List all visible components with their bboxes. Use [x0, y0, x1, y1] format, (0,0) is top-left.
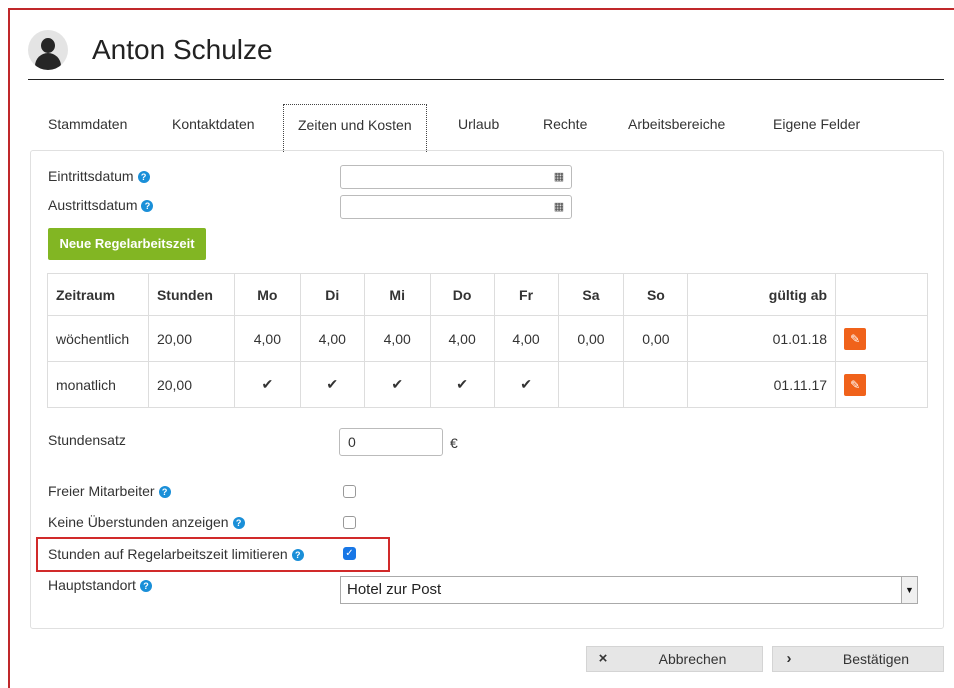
cell-actions: ✎ — [835, 315, 928, 362]
cell-di-check-icon: ✔ — [299, 361, 365, 408]
cell-zeitraum: wöchentlich — [47, 315, 149, 362]
hauptstandort-label: Hauptstandort? — [48, 577, 152, 593]
tab-bar: Stammdaten Kontaktdaten Zeiten und Koste… — [30, 104, 944, 152]
col-mo: Mo — [233, 273, 301, 316]
cell-stunden: 20,00 — [147, 315, 235, 362]
edit-icon[interactable]: ✎ — [844, 327, 867, 350]
cell-zeitraum: monatlich — [47, 361, 149, 408]
stundensatz-label: Stundensatz — [48, 432, 126, 448]
help-icon[interactable]: ? — [291, 549, 304, 561]
tab-rechte[interactable]: Rechte — [543, 116, 587, 132]
chevron-down-icon[interactable]: ▼ — [901, 577, 917, 603]
eintrittsdatum-field[interactable]: ▦ — [340, 165, 572, 189]
table-header-row: Zeitraum Stunden Mo Di Mi Do Fr Sa So gü… — [47, 273, 928, 316]
freier-mitarbeiter-checkbox[interactable] — [343, 485, 356, 498]
hauptstandort-text: Hauptstandort — [48, 577, 136, 593]
avatar-body — [35, 53, 61, 70]
tab-zeiten-und-kosten[interactable]: Zeiten und Kosten — [283, 104, 427, 152]
austrittsdatum-label: Austrittsdatum? — [48, 197, 154, 213]
help-icon[interactable]: ? — [141, 200, 154, 212]
confirm-label: Bestätigen — [842, 651, 910, 667]
tab-kontaktdaten[interactable]: Kontaktdaten — [172, 116, 255, 132]
stunden-limitieren-label: Stunden auf Regelarbeitszeit limitieren? — [48, 546, 304, 562]
col-zeitraum: Zeitraum — [47, 273, 149, 316]
cell-so — [623, 361, 689, 408]
col-do: Do — [429, 273, 495, 316]
freier-mitarbeiter-label: Freier Mitarbeiter? — [48, 483, 171, 499]
col-stunden: Stunden — [147, 273, 235, 316]
cell-mi-check-icon: ✔ — [363, 361, 431, 408]
edit-icon[interactable]: ✎ — [844, 373, 867, 396]
tab-eigene-felder[interactable]: Eigene Felder — [773, 116, 860, 132]
cell-gueltig-ab: 01.01.18 — [687, 315, 837, 362]
cancel-label: Abbrechen — [658, 651, 727, 667]
help-icon[interactable]: ? — [139, 580, 152, 592]
help-icon[interactable]: ? — [137, 171, 150, 183]
new-schedule-button[interactable]: Neue Regelarbeitszeit — [48, 228, 206, 260]
col-gueltig-ab: gültig ab — [687, 273, 837, 316]
page-header: Anton Schulze — [28, 30, 944, 80]
hauptstandort-value: Hotel zur Post — [347, 581, 442, 598]
col-di: Di — [299, 273, 365, 316]
table-row: monatlich 20,00 ✔ ✔ ✔ ✔ ✔ 01.11.17 ✎ — [47, 361, 928, 408]
tab-stammdaten[interactable]: Stammdaten — [48, 116, 127, 132]
calendar-icon[interactable]: ▦ — [547, 196, 571, 218]
tab-arbeitsbereiche[interactable]: Arbeitsbereiche — [628, 116, 725, 132]
col-actions — [835, 273, 928, 316]
page-title: Anton Schulze — [92, 34, 273, 65]
cell-do: 4,00 — [429, 315, 495, 362]
keine-ueberstunden-checkbox[interactable] — [343, 516, 356, 529]
keine-ueberstunden-label: Keine Überstunden anzeigen? — [48, 514, 245, 530]
cell-so: 0,00 — [623, 315, 689, 362]
chevron-right-icon: › — [786, 650, 792, 667]
cell-mo: 4,00 — [233, 315, 301, 362]
cell-mi: 4,00 — [363, 315, 431, 362]
col-mi: Mi — [363, 273, 431, 316]
cell-sa — [557, 361, 625, 408]
close-icon: × — [598, 650, 608, 667]
cancel-button[interactable]: × Abbrechen — [586, 646, 763, 672]
table-row: wöchentlich 20,00 4,00 4,00 4,00 4,00 4,… — [47, 315, 928, 362]
stunden-limitieren-text: Stunden auf Regelarbeitszeit limitieren — [48, 546, 288, 562]
stunden-limitieren-checkbox[interactable]: ✓ — [343, 547, 356, 560]
cell-mo-check-icon: ✔ — [233, 361, 301, 408]
hauptstandort-select[interactable]: Hotel zur Post ▼ — [340, 576, 918, 604]
eintrittsdatum-text: Eintrittsdatum — [48, 168, 134, 184]
cell-fr-check-icon: ✔ — [493, 361, 559, 408]
col-fr: Fr — [493, 273, 559, 316]
currency-label: € — [450, 435, 458, 451]
keine-ueberstunden-text: Keine Überstunden anzeigen — [48, 514, 229, 530]
cell-sa: 0,00 — [557, 315, 625, 362]
col-so: So — [623, 273, 689, 316]
confirm-button[interactable]: › Bestätigen — [772, 646, 944, 672]
help-icon[interactable]: ? — [158, 486, 171, 498]
cell-fr: 4,00 — [493, 315, 559, 362]
cell-stunden: 20,00 — [147, 361, 235, 408]
cell-actions: ✎ — [835, 361, 928, 408]
austrittsdatum-field[interactable]: ▦ — [340, 195, 572, 219]
freier-mitarbeiter-text: Freier Mitarbeiter — [48, 483, 155, 499]
col-sa: Sa — [557, 273, 625, 316]
eintrittsdatum-label: Eintrittsdatum? — [48, 168, 150, 184]
calendar-icon[interactable]: ▦ — [547, 166, 571, 188]
cell-do-check-icon: ✔ — [429, 361, 495, 408]
avatar-head — [41, 38, 55, 53]
tab-urlaub[interactable]: Urlaub — [458, 116, 499, 132]
austrittsdatum-text: Austrittsdatum — [48, 197, 138, 213]
work-schedule-table: Zeitraum Stunden Mo Di Mi Do Fr Sa So gü… — [47, 273, 928, 408]
cell-gueltig-ab: 01.11.17 — [687, 361, 837, 408]
stundensatz-input[interactable]: 0 — [339, 428, 443, 456]
avatar — [28, 30, 68, 70]
cell-di: 4,00 — [299, 315, 365, 362]
help-icon[interactable]: ? — [232, 517, 245, 529]
